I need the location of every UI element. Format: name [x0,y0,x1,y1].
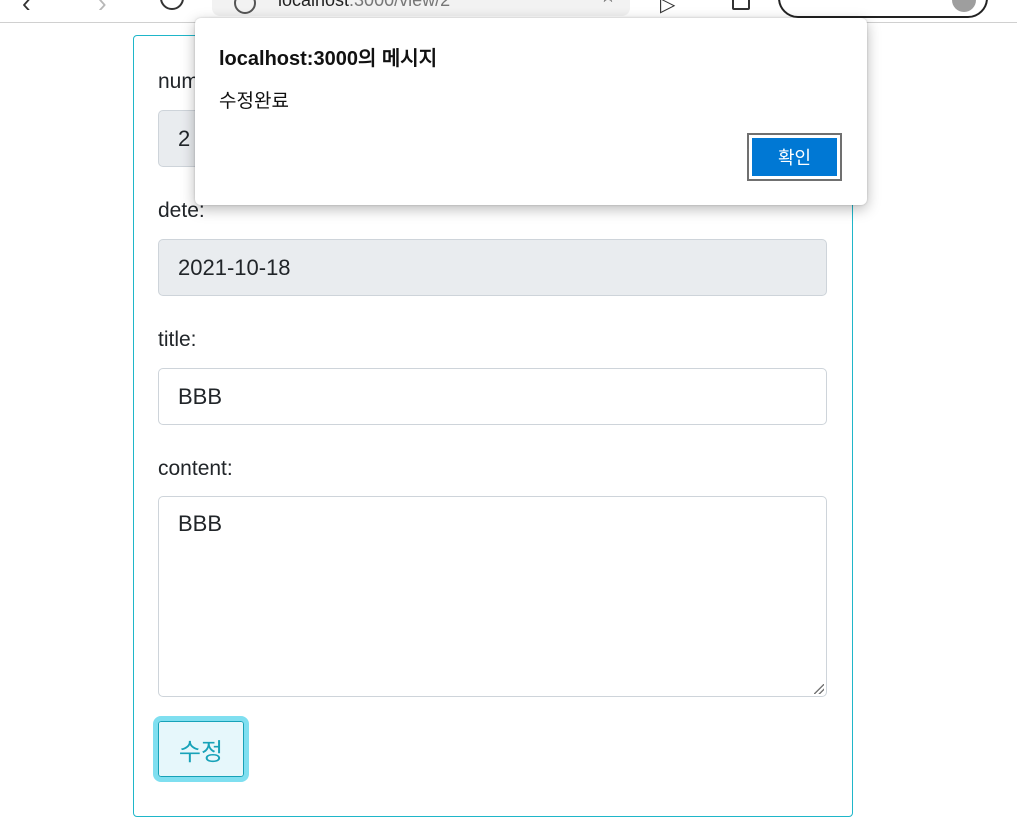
dialog-title: localhost:3000의 메시지 [219,48,438,70]
title-label: title: [158,328,197,351]
date-field[interactable]: 2021-10-18 [158,239,827,296]
profile-button[interactable] [778,0,988,18]
forward-arrow-icon[interactable]: › [98,0,107,16]
ok-button[interactable]: 확인 [752,138,837,176]
content-text: BBB [178,511,223,536]
profile-avatar-icon [952,0,976,12]
content-textarea[interactable]: BBB [158,496,827,697]
url-path: :3000/view/2 [349,0,451,10]
alert-dialog: localhost:3000의 메시지 수정완료 확인 [195,18,867,205]
url-host: localhost [278,0,350,10]
resize-grip-icon[interactable] [814,684,824,694]
site-info-icon[interactable] [234,0,256,14]
title-input[interactable]: BBB [158,368,827,425]
address-bar[interactable]: localhost:3000/view/2 ☆ [212,0,630,16]
tab-actions-icon[interactable] [732,0,750,10]
ok-button-focus-ring: 확인 [747,133,842,181]
update-button[interactable]: 수정 [153,716,249,782]
address-url[interactable]: localhost:3000/view/2 [278,0,450,11]
back-arrow-icon[interactable]: ‹ [22,0,31,16]
dialog-message: 수정완료 [219,91,289,112]
bookmark-add-icon[interactable]: ☆ [600,0,616,7]
extensions-icon[interactable]: ▷ [660,0,675,17]
reload-icon[interactable] [160,0,184,10]
content-label: content: [158,457,233,480]
